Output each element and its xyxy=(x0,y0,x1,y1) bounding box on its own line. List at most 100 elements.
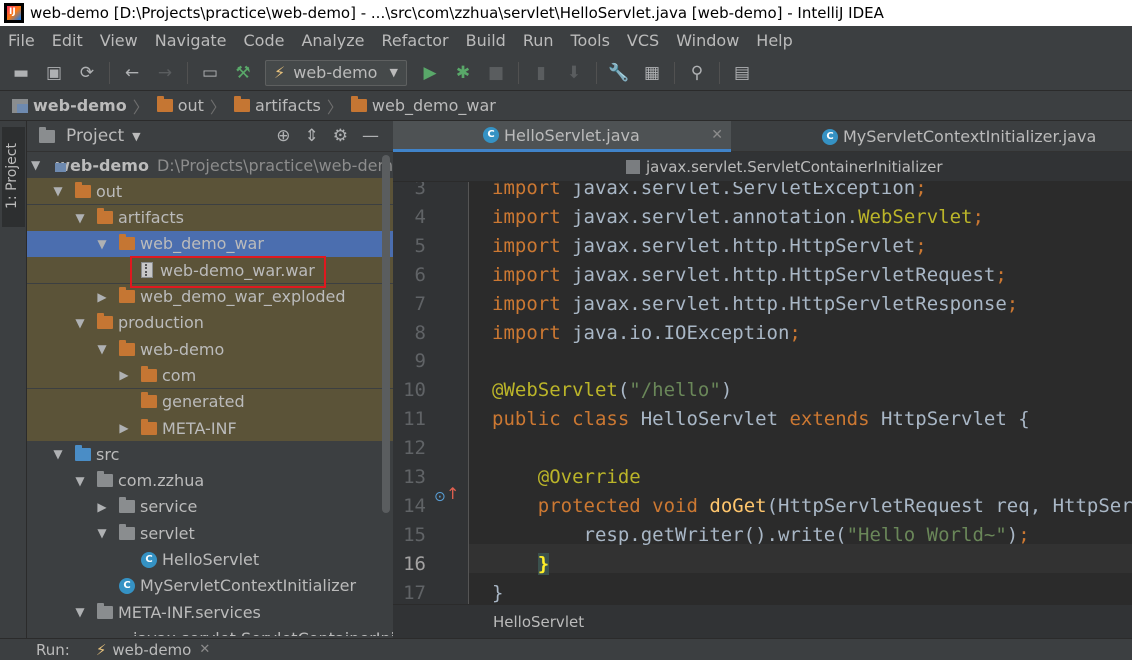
tree-item[interactable]: ▼ web-demo D:\Projects\practice\web-demo xyxy=(27,152,393,178)
tree-item[interactable]: ▼ META-INF.services xyxy=(27,599,393,625)
class-icon: C xyxy=(822,128,838,145)
tree-item[interactable]: C MyServletContextInitializer xyxy=(27,573,393,599)
tree-item-label: HelloServlet xyxy=(162,550,260,569)
implements-up-arrow-icon[interactable]: ↑ xyxy=(446,484,459,503)
run-tab[interactable]: ⚡ web-demo ✕ xyxy=(96,641,210,659)
tree-item[interactable]: ▼ src xyxy=(27,441,393,467)
tree-item[interactable]: ▼ web_demo_war xyxy=(27,230,393,257)
coverage-icon[interactable]: ▮ xyxy=(530,62,552,84)
menu-file[interactable]: File xyxy=(8,31,35,50)
toolbar-divider xyxy=(518,61,519,84)
collapsed-arrow-icon[interactable]: ▶ xyxy=(117,421,131,435)
file-icon xyxy=(626,159,640,174)
search-icon[interactable]: ⚲ xyxy=(686,62,708,84)
tree-item-label: servlet xyxy=(140,523,195,543)
collapse-all-icon[interactable]: ⇕ xyxy=(305,126,319,146)
run-configuration-select[interactable]: ⚡ web-demo ▼ xyxy=(265,59,407,86)
menu-code[interactable]: Code xyxy=(244,31,285,50)
stop-icon[interactable]: ■ xyxy=(485,62,507,84)
hide-minimize-icon[interactable]: — xyxy=(362,126,379,146)
menu-vcs[interactable]: VCS xyxy=(627,31,659,50)
line-number: 17 xyxy=(403,581,426,604)
tab-helloservlet[interactable]: C HelloServlet.java ✕ xyxy=(393,121,731,152)
project-structure-icon[interactable]: ▦ xyxy=(641,62,663,84)
close-icon[interactable]: ✕ xyxy=(711,127,723,143)
tasks-icon[interactable]: ▤ xyxy=(731,62,753,84)
tree-item[interactable]: generated xyxy=(27,388,393,415)
project-scrollbar[interactable] xyxy=(382,155,390,513)
menu-navigate[interactable]: Navigate xyxy=(155,31,227,50)
package-icon xyxy=(119,523,135,540)
open-folder-icon[interactable]: ▬ xyxy=(10,62,32,84)
menu-analyze[interactable]: Analyze xyxy=(301,31,364,50)
expanded-arrow-icon[interactable]: ▼ xyxy=(73,474,87,488)
settings-wrench-icon[interactable]: 🔧 xyxy=(608,62,630,84)
menu-tools[interactable]: Tools xyxy=(571,31,610,50)
breadcrumb-item[interactable]: web_demo_war xyxy=(350,96,496,115)
tree-item[interactable]: ▶ META-INF xyxy=(27,415,393,441)
project-tool-label[interactable]: 1: Project xyxy=(4,143,20,209)
menu-build[interactable]: Build xyxy=(466,31,506,50)
tab-myservletcontextinitializer[interactable]: C MyServletContextInitializer.java xyxy=(732,121,1132,152)
tool-window-stripe: 1: Project xyxy=(0,121,27,660)
menu-edit[interactable]: Edit xyxy=(52,31,83,50)
menu-view[interactable]: View xyxy=(100,31,138,50)
locate-target-icon[interactable]: ⊕ xyxy=(276,126,290,146)
collapsed-arrow-icon[interactable]: ▶ xyxy=(95,500,109,514)
source-folder-icon xyxy=(75,444,91,461)
expanded-arrow-icon[interactable]: ▼ xyxy=(51,447,65,461)
expanded-arrow-icon[interactable]: ▼ xyxy=(95,237,109,251)
expanded-arrow-icon[interactable]: ▼ xyxy=(73,211,87,225)
folder-icon xyxy=(119,339,135,356)
folder-icon xyxy=(141,418,157,435)
tree-item[interactable]: ▼ web-demo xyxy=(27,336,393,363)
collapsed-arrow-icon[interactable]: ▶ xyxy=(117,368,131,382)
tree-item[interactable]: ▶ service xyxy=(27,494,393,520)
override-marker-icon[interactable]: ⊙ xyxy=(434,489,446,505)
line-number: 15 xyxy=(403,523,426,546)
tree-item[interactable]: ▶ com xyxy=(27,362,393,389)
forward-arrow-icon[interactable]: → xyxy=(154,62,176,84)
chevron-down-icon[interactable]: ▼ xyxy=(132,130,140,143)
expanded-arrow-icon[interactable]: ▼ xyxy=(73,605,87,619)
expanded-arrow-icon[interactable]: ▼ xyxy=(73,316,87,330)
synchronize-icon[interactable]: ⟳ xyxy=(76,62,98,84)
code-editor[interactable]: import javax.servlet.ServletException; im… xyxy=(469,182,1132,604)
menu-refactor[interactable]: Refactor xyxy=(382,31,449,50)
tree-item[interactable]: ▼ out xyxy=(27,178,393,205)
build-hammer-icon[interactable]: ⚒ xyxy=(232,62,254,84)
menu-window[interactable]: Window xyxy=(676,31,739,50)
gear-icon[interactable]: ⚙ xyxy=(333,126,348,146)
menu-help[interactable]: Help xyxy=(756,31,792,50)
expanded-arrow-icon[interactable]: ▼ xyxy=(51,184,65,198)
tree-item[interactable]: C HelloServlet xyxy=(27,547,393,573)
tree-item[interactable]: ▼ production xyxy=(27,309,393,336)
breadcrumb-item[interactable]: artifacts 〉 xyxy=(233,94,343,118)
debug-bug-icon[interactable]: ✱ xyxy=(452,62,474,84)
collapsed-arrow-icon[interactable]: ▶ xyxy=(95,290,109,304)
close-icon[interactable]: ✕ xyxy=(199,642,210,657)
folder-icon xyxy=(75,181,91,198)
tree-item[interactable]: ▼ servlet xyxy=(27,520,393,546)
menu-run[interactable]: Run xyxy=(523,31,554,50)
breadcrumb-item[interactable]: out 〉 xyxy=(156,94,226,118)
tree-item[interactable]: javax.servlet.ServletContainerInitia... xyxy=(27,625,393,636)
save-all-icon[interactable]: ▣ xyxy=(43,62,65,84)
code-line: public class HelloServlet extends HttpSe… xyxy=(492,408,1030,431)
expanded-arrow-icon[interactable]: ▼ xyxy=(95,526,109,540)
tree-item[interactable]: ▼ artifacts xyxy=(27,204,393,231)
deploy-icon[interactable]: ⬇ xyxy=(563,62,585,84)
expanded-arrow-icon[interactable]: ▼ xyxy=(31,158,40,172)
project-panel-title[interactable]: Project xyxy=(66,126,124,146)
expanded-arrow-icon[interactable]: ▼ xyxy=(95,342,109,356)
run-window-icon[interactable]: ▭ xyxy=(199,62,221,84)
folder-icon xyxy=(233,96,250,112)
tree-item-label: com.zzhua xyxy=(118,471,205,491)
editor-crumb-label[interactable]: javax.servlet.ServletContainerInitialize… xyxy=(646,158,943,176)
run-play-icon[interactable]: ▶ xyxy=(419,62,441,84)
code-line: @WebServlet("/hello") xyxy=(492,379,733,402)
tree-item[interactable]: ▼ com.zzhua xyxy=(27,468,393,494)
breadcrumb-item[interactable]: web-demo 〉 xyxy=(12,94,149,118)
back-arrow-icon[interactable]: ← xyxy=(121,62,143,84)
structure-crumb-label[interactable]: HelloServlet xyxy=(493,613,584,631)
